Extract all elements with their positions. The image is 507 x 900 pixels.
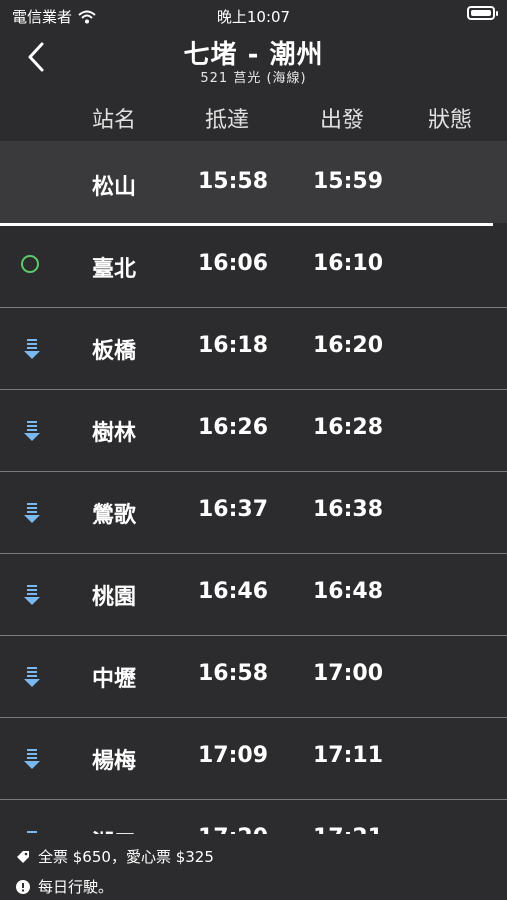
arrival-time: 16:18: [198, 333, 269, 358]
table-row[interactable]: 板橋 16:18 16:20: [0, 308, 507, 390]
departure-time: 17:21: [313, 825, 383, 834]
table-row[interactable]: 樹林 16:26 16:28: [0, 390, 507, 472]
table-row[interactable]: 楊梅 17:09 17:11: [0, 718, 507, 800]
departure-time: 17:00: [313, 661, 384, 686]
down-arrow-icon: [24, 749, 40, 769]
arrival-time: 17:09: [198, 743, 269, 768]
table-row[interactable]: 湖口 17:20 17:21: [0, 800, 507, 834]
departure-time: 15:59: [313, 169, 384, 194]
fare-text: 全票 $650，愛心票 $325: [38, 848, 214, 866]
station-list[interactable]: 臺北 16:06 16:10 板橋 16:18 16:20 樹林 16:26 1…: [0, 226, 507, 834]
tag-icon: [17, 850, 29, 863]
table-row[interactable]: 臺北 16:06 16:10: [0, 226, 507, 308]
departure-time: 16:38: [313, 497, 384, 522]
battery-icon: [467, 6, 498, 20]
table-row-origin[interactable]: 松山 15:58 15:59: [0, 141, 507, 223]
table-row[interactable]: 鶯歌 16:37 16:38: [0, 472, 507, 554]
arrival-time: 16:06: [198, 251, 269, 276]
station-name: 松山: [92, 175, 137, 200]
navigation-bar: 七堵 - 潮州 521 莒光 (海線): [0, 30, 507, 86]
status-time: 晚上10:07: [216, 8, 291, 26]
station-name: 湖口: [92, 825, 136, 834]
status-bar: 電信業者 晚上10:07: [0, 0, 507, 30]
departure-time: 16:20: [313, 333, 384, 358]
footer-info: 全票 $650，愛心票 $325 每日行駛。: [0, 834, 507, 900]
table-row[interactable]: 中壢 16:58 17:00: [0, 636, 507, 718]
down-arrow-icon: [24, 503, 40, 523]
page-title: 七堵 - 潮州: [183, 40, 324, 70]
table-row[interactable]: 桃園 16:46 16:48: [0, 554, 507, 636]
arrival-time: 16:58: [198, 661, 269, 686]
station-name: 楊梅: [92, 749, 137, 774]
header-arrival: 抵達: [205, 108, 250, 133]
fare-line: 全票 $650，愛心票 $325: [16, 846, 214, 867]
arrival-time: 15:58: [198, 169, 269, 194]
arrival-time: 17:20: [198, 825, 268, 834]
station-name: 樹林: [92, 421, 137, 446]
header-station: 站名: [92, 108, 137, 133]
column-headers: 站名 抵達 出發 狀態: [0, 90, 507, 140]
arrival-time: 16:37: [198, 497, 269, 522]
down-arrow-icon: [24, 339, 40, 359]
train-subtitle: 521 莒光 (海線): [200, 71, 307, 86]
down-arrow-icon: [24, 421, 40, 441]
departure-time: 17:11: [313, 743, 384, 768]
arrival-time: 16:46: [198, 579, 269, 604]
down-arrow-icon: [24, 585, 40, 605]
exclamation-icon: [16, 879, 30, 894]
down-arrow-icon: [24, 667, 40, 687]
station-name: 中壢: [92, 667, 137, 692]
departure-time: 16:28: [313, 415, 384, 440]
header-status: 狀態: [428, 108, 473, 133]
station-name: 板橋: [92, 339, 137, 364]
arrival-time: 16:26: [198, 415, 269, 440]
station-name: 鶯歌: [92, 503, 137, 528]
departure-time: 16:48: [313, 579, 384, 604]
departure-time: 16:10: [313, 251, 384, 276]
note-text: 每日行駛。: [38, 878, 114, 896]
circle-icon: [21, 255, 39, 273]
station-name: 桃園: [92, 585, 137, 610]
note-line: 每日行駛。: [16, 876, 113, 897]
station-name: 臺北: [92, 257, 137, 282]
header-departure: 出發: [320, 108, 365, 133]
